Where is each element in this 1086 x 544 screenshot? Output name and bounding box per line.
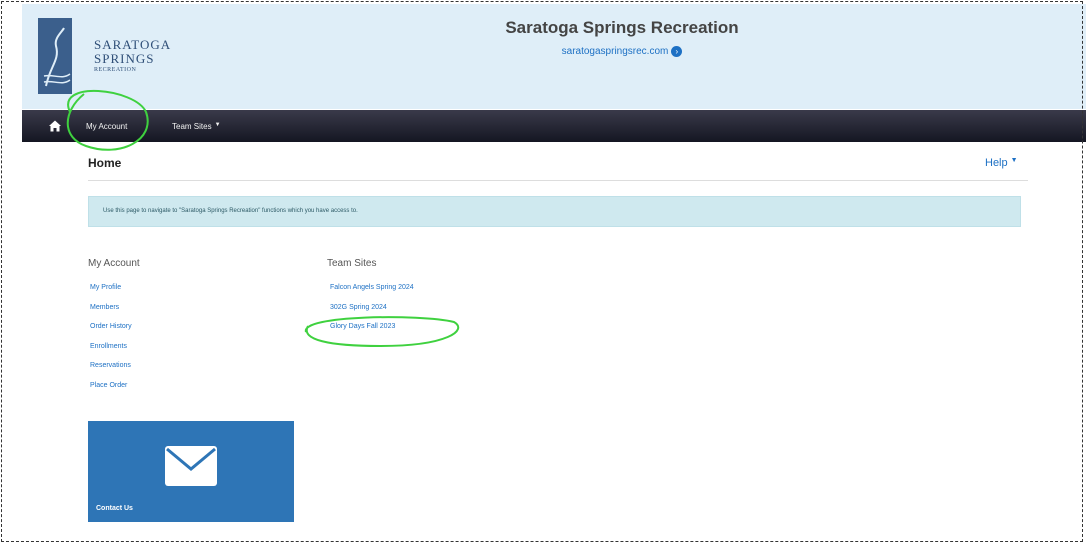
my-account-heading: My Account: [88, 258, 140, 269]
help-menu[interactable]: Help ▼: [985, 157, 1018, 169]
circle-arrow-right-icon[interactable]: ›: [671, 46, 683, 57]
nav-team-sites-label: Team Sites: [172, 122, 212, 131]
nav-my-account[interactable]: My Account: [86, 122, 127, 131]
home-icon[interactable]: [48, 119, 62, 133]
my-account-links: My Profile Members Order History Enrollm…: [90, 282, 132, 400]
link-team-site[interactable]: 302G Spring 2024: [330, 302, 414, 322]
info-alert: Use this page to navigate to "Saratoga S…: [88, 196, 1021, 227]
site-url-link[interactable]: saratogaspringsrec.com: [562, 46, 669, 57]
team-sites-heading: Team Sites: [327, 258, 377, 269]
top-navbar: My Account Team Sites ▼: [22, 110, 1086, 142]
caret-down-icon: ▼: [214, 122, 221, 128]
site-title: Saratoga Springs Recreation: [505, 18, 739, 37]
title-divider: [88, 180, 1028, 181]
info-text: Use this page to navigate to "Saratoga S…: [103, 208, 358, 214]
link-team-site[interactable]: Falcon Angels Spring 2024: [330, 282, 414, 302]
link-enrollments[interactable]: Enrollments: [90, 341, 132, 361]
logo-line3: RECREATION: [94, 67, 137, 74]
help-label: Help: [985, 157, 1008, 169]
contact-us-label: Contact Us: [96, 505, 133, 512]
page-title: Home: [88, 156, 122, 170]
caret-down-icon: ▼: [1010, 157, 1018, 164]
link-place-order[interactable]: Place Order: [90, 380, 132, 400]
link-reservations[interactable]: Reservations: [90, 360, 132, 380]
team-sites-links: Falcon Angels Spring 2024 302G Spring 20…: [330, 282, 414, 341]
envelope-icon: [165, 446, 217, 486]
link-my-profile[interactable]: My Profile: [90, 282, 132, 302]
site-url-row: saratogaspringsrec.com ›: [22, 46, 1086, 57]
site-header: SARATOGA SPRINGS RECREATION Saratoga Spr…: [22, 4, 1086, 109]
nav-team-sites[interactable]: Team Sites ▼: [172, 122, 221, 131]
contact-us-tile[interactable]: Contact Us: [88, 421, 294, 522]
link-team-site[interactable]: Glory Days Fall 2023: [330, 321, 414, 341]
link-order-history[interactable]: Order History: [90, 321, 132, 341]
link-members[interactable]: Members: [90, 302, 132, 322]
